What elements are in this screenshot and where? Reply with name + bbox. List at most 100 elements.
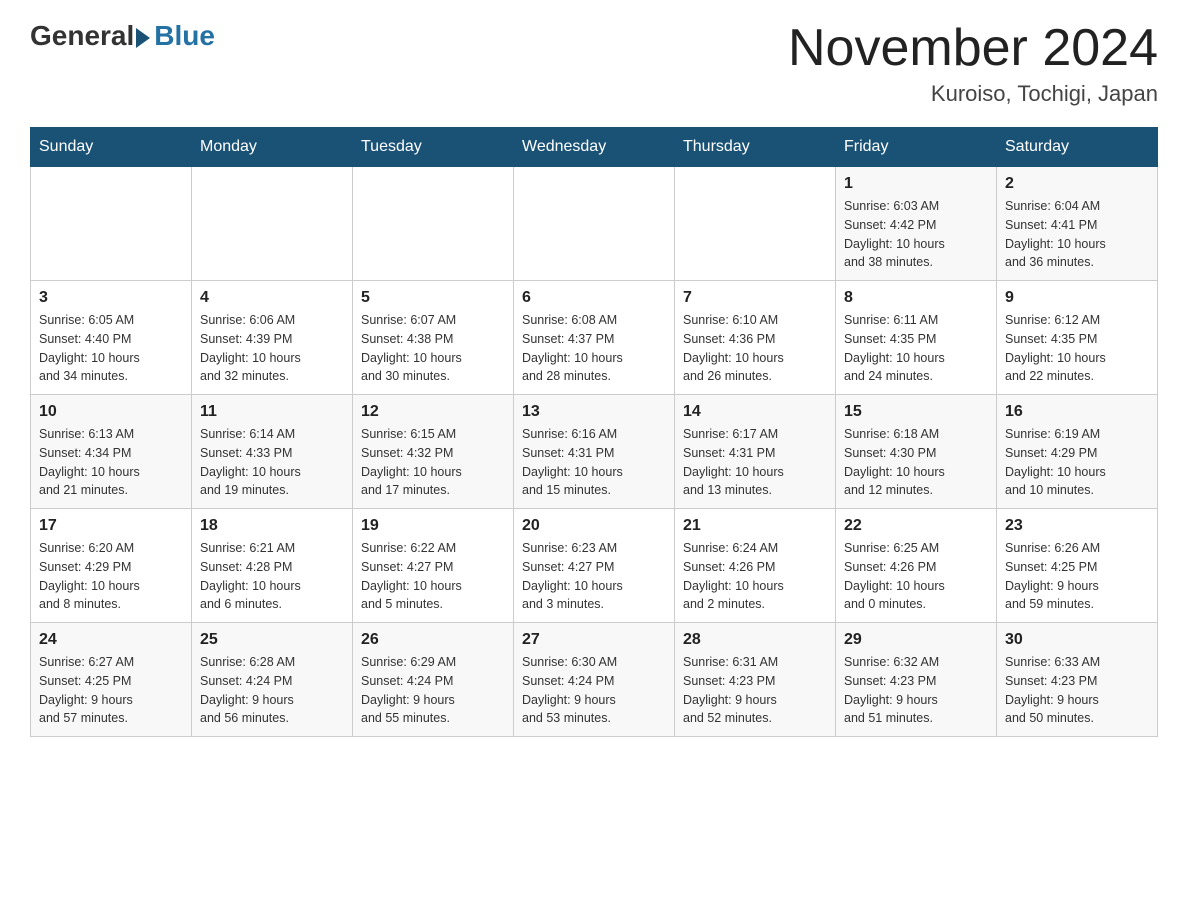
- day-info: Sunrise: 6:22 AM Sunset: 4:27 PM Dayligh…: [361, 539, 505, 614]
- calendar-cell: 9 Sunrise: 6:12 AM Sunset: 4:35 PM Daylig…: [997, 281, 1158, 395]
- calendar-cell: 7 Sunrise: 6:10 AM Sunset: 4:36 PM Daylig…: [675, 281, 836, 395]
- day-info: Sunrise: 6:14 AM Sunset: 4:33 PM Dayligh…: [200, 425, 344, 500]
- day-info: Sunrise: 6:26 AM Sunset: 4:25 PM Dayligh…: [1005, 539, 1149, 614]
- day-number: 1: [844, 175, 988, 193]
- day-info: Sunrise: 6:29 AM Sunset: 4:24 PM Dayligh…: [361, 653, 505, 728]
- day-info: Sunrise: 6:11 AM Sunset: 4:35 PM Dayligh…: [844, 311, 988, 386]
- day-number: 7: [683, 289, 827, 307]
- calendar-cell: [192, 167, 353, 281]
- calendar-cell: 20Sunrise: 6:23 AM Sunset: 4:27 PM Dayli…: [514, 509, 675, 623]
- column-header-wednesday: Wednesday: [514, 128, 675, 167]
- calendar-cell: 29 Sunrise: 6:32 AM Sunset: 4:23 PM Dayli…: [836, 623, 997, 737]
- calendar-cell: 23 Sunrise: 6:26 AM Sunset: 4:25 PM Dayli…: [997, 509, 1158, 623]
- calendar-cell: 4 Sunrise: 6:06 AM Sunset: 4:39 PM Daylig…: [192, 281, 353, 395]
- day-info: Sunrise: 6:07 AM Sunset: 4:38 PM Dayligh…: [361, 311, 505, 386]
- day-number: 4: [200, 289, 344, 307]
- day-number: 18: [200, 517, 344, 535]
- day-number: 5: [361, 289, 505, 307]
- day-info: Sunrise: 6:17 AM Sunset: 4:31 PM Dayligh…: [683, 425, 827, 500]
- day-info: Sunrise: 6:20 AM Sunset: 4:29 PM Dayligh…: [39, 539, 183, 614]
- column-header-thursday: Thursday: [675, 128, 836, 167]
- day-info: Sunrise: 6:24 AM Sunset: 4:26 PM Dayligh…: [683, 539, 827, 614]
- day-number: 24: [39, 631, 183, 649]
- column-header-friday: Friday: [836, 128, 997, 167]
- calendar-cell: 22 Sunrise: 6:25 AM Sunset: 4:26 PM Dayli…: [836, 509, 997, 623]
- day-info: Sunrise: 6:32 AM Sunset: 4:23 PM Dayligh…: [844, 653, 988, 728]
- calendar-cell: 1 Sunrise: 6:03 AM Sunset: 4:42 PM Daylig…: [836, 167, 997, 281]
- day-number: 16: [1005, 403, 1149, 421]
- logo-general-text: General: [30, 20, 134, 52]
- calendar-cell: [514, 167, 675, 281]
- day-number: 27: [522, 631, 666, 649]
- calendar-cell: 3Sunrise: 6:05 AM Sunset: 4:40 PM Daylig…: [31, 281, 192, 395]
- calendar-week-row: 10 Sunrise: 6:13 AM Sunset: 4:34 PM Dayli…: [31, 395, 1158, 509]
- day-info: Sunrise: 6:28 AM Sunset: 4:24 PM Dayligh…: [200, 653, 344, 728]
- calendar-cell: 13Sunrise: 6:16 AM Sunset: 4:31 PM Dayli…: [514, 395, 675, 509]
- day-number: 9: [1005, 289, 1149, 307]
- calendar-cell: 26 Sunrise: 6:29 AM Sunset: 4:24 PM Dayli…: [353, 623, 514, 737]
- calendar-cell: 24 Sunrise: 6:27 AM Sunset: 4:25 PM Dayli…: [31, 623, 192, 737]
- day-info: Sunrise: 6:08 AM Sunset: 4:37 PM Dayligh…: [522, 311, 666, 386]
- calendar-week-row: 17 Sunrise: 6:20 AM Sunset: 4:29 PM Dayli…: [31, 509, 1158, 623]
- day-number: 26: [361, 631, 505, 649]
- calendar-cell: 2Sunrise: 6:04 AM Sunset: 4:41 PM Daylig…: [997, 167, 1158, 281]
- day-info: Sunrise: 6:04 AM Sunset: 4:41 PM Dayligh…: [1005, 197, 1149, 272]
- calendar-cell: 10 Sunrise: 6:13 AM Sunset: 4:34 PM Dayli…: [31, 395, 192, 509]
- day-number: 20: [522, 517, 666, 535]
- day-number: 10: [39, 403, 183, 421]
- day-number: 19: [361, 517, 505, 535]
- day-info: Sunrise: 6:25 AM Sunset: 4:26 PM Dayligh…: [844, 539, 988, 614]
- column-header-monday: Monday: [192, 128, 353, 167]
- title-section: November 2024 Kuroiso, Tochigi, Japan: [788, 20, 1158, 107]
- calendar-cell: 21 Sunrise: 6:24 AM Sunset: 4:26 PM Dayli…: [675, 509, 836, 623]
- page-header: General Blue November 2024 Kuroiso, Toch…: [30, 20, 1158, 107]
- column-header-sunday: Sunday: [31, 128, 192, 167]
- day-info: Sunrise: 6:30 AM Sunset: 4:24 PM Dayligh…: [522, 653, 666, 728]
- day-info: Sunrise: 6:03 AM Sunset: 4:42 PM Dayligh…: [844, 197, 988, 272]
- day-number: 22: [844, 517, 988, 535]
- day-info: Sunrise: 6:13 AM Sunset: 4:34 PM Dayligh…: [39, 425, 183, 500]
- day-info: Sunrise: 6:33 AM Sunset: 4:23 PM Dayligh…: [1005, 653, 1149, 728]
- day-number: 21: [683, 517, 827, 535]
- day-number: 8: [844, 289, 988, 307]
- calendar-cell: 8 Sunrise: 6:11 AM Sunset: 4:35 PM Daylig…: [836, 281, 997, 395]
- column-header-tuesday: Tuesday: [353, 128, 514, 167]
- calendar-cell: 12 Sunrise: 6:15 AM Sunset: 4:32 PM Dayli…: [353, 395, 514, 509]
- day-number: 30: [1005, 631, 1149, 649]
- day-number: 14: [683, 403, 827, 421]
- day-number: 12: [361, 403, 505, 421]
- day-number: 15: [844, 403, 988, 421]
- day-number: 11: [200, 403, 344, 421]
- calendar-cell: 27 Sunrise: 6:30 AM Sunset: 4:24 PM Dayli…: [514, 623, 675, 737]
- calendar-cell: 6Sunrise: 6:08 AM Sunset: 4:37 PM Daylig…: [514, 281, 675, 395]
- calendar-cell: 11 Sunrise: 6:14 AM Sunset: 4:33 PM Dayli…: [192, 395, 353, 509]
- calendar-cell: 19 Sunrise: 6:22 AM Sunset: 4:27 PM Dayli…: [353, 509, 514, 623]
- day-info: Sunrise: 6:31 AM Sunset: 4:23 PM Dayligh…: [683, 653, 827, 728]
- calendar-cell: 18 Sunrise: 6:21 AM Sunset: 4:28 PM Dayli…: [192, 509, 353, 623]
- calendar-header-row: SundayMondayTuesdayWednesdayThursdayFrid…: [31, 128, 1158, 167]
- day-number: 29: [844, 631, 988, 649]
- month-title: November 2024: [788, 20, 1158, 77]
- calendar-cell: [675, 167, 836, 281]
- day-info: Sunrise: 6:10 AM Sunset: 4:36 PM Dayligh…: [683, 311, 827, 386]
- calendar-week-row: 1 Sunrise: 6:03 AM Sunset: 4:42 PM Daylig…: [31, 167, 1158, 281]
- logo-blue-text: Blue: [154, 20, 215, 52]
- day-number: 23: [1005, 517, 1149, 535]
- day-info: Sunrise: 6:06 AM Sunset: 4:39 PM Dayligh…: [200, 311, 344, 386]
- calendar-cell: 14 Sunrise: 6:17 AM Sunset: 4:31 PM Dayli…: [675, 395, 836, 509]
- calendar-cell: 17 Sunrise: 6:20 AM Sunset: 4:29 PM Dayli…: [31, 509, 192, 623]
- day-number: 28: [683, 631, 827, 649]
- day-info: Sunrise: 6:05 AM Sunset: 4:40 PM Dayligh…: [39, 311, 183, 386]
- calendar-cell: 25Sunrise: 6:28 AM Sunset: 4:24 PM Dayli…: [192, 623, 353, 737]
- logo: General Blue: [30, 20, 215, 52]
- day-info: Sunrise: 6:27 AM Sunset: 4:25 PM Dayligh…: [39, 653, 183, 728]
- calendar-table: SundayMondayTuesdayWednesdayThursdayFrid…: [30, 127, 1158, 737]
- day-info: Sunrise: 6:21 AM Sunset: 4:28 PM Dayligh…: [200, 539, 344, 614]
- day-info: Sunrise: 6:12 AM Sunset: 4:35 PM Dayligh…: [1005, 311, 1149, 386]
- day-info: Sunrise: 6:15 AM Sunset: 4:32 PM Dayligh…: [361, 425, 505, 500]
- calendar-cell: 28 Sunrise: 6:31 AM Sunset: 4:23 PM Dayli…: [675, 623, 836, 737]
- day-info: Sunrise: 6:18 AM Sunset: 4:30 PM Dayligh…: [844, 425, 988, 500]
- calendar-cell: 15 Sunrise: 6:18 AM Sunset: 4:30 PM Dayli…: [836, 395, 997, 509]
- day-info: Sunrise: 6:16 AM Sunset: 4:31 PM Dayligh…: [522, 425, 666, 500]
- day-number: 17: [39, 517, 183, 535]
